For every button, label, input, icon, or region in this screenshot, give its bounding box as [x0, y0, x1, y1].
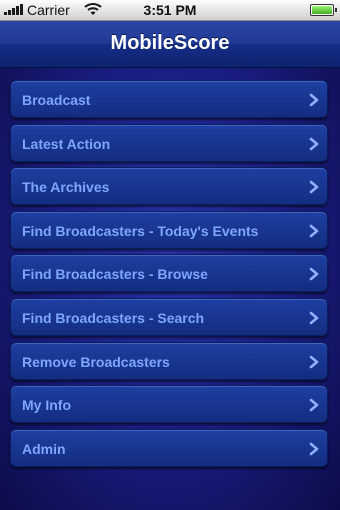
menu-item[interactable]: Broadcast	[10, 80, 328, 118]
menu-item-label: Find Broadcasters - Search	[22, 310, 205, 326]
menu-item-label: The Archives	[22, 179, 110, 195]
chevron-right-icon	[309, 398, 319, 412]
battery-icon	[310, 4, 337, 16]
menu-item[interactable]: Remove Broadcasters	[10, 342, 328, 380]
page-title: MobileScore	[110, 32, 230, 54]
status-bar: Carrier 3:51 PM	[0, 0, 340, 21]
menu-item[interactable]: The Archives	[10, 167, 328, 205]
menu-item-label: Find Broadcasters - Browse	[22, 266, 208, 282]
menu-item-label: Find Broadcasters - Today's Events	[22, 223, 259, 239]
chevron-right-icon	[309, 311, 319, 325]
menu-item[interactable]: My Info	[10, 385, 328, 423]
menu-item-label: Admin	[22, 441, 66, 457]
menu-item[interactable]: Admin	[10, 429, 328, 467]
chevron-right-icon	[309, 442, 319, 456]
main-content: Broadcast Latest Action The Archives Find B…	[0, 68, 340, 510]
menu-item-label: Latest Action	[22, 136, 111, 152]
navigation-bar: MobileScore	[0, 21, 340, 68]
chevron-right-icon	[309, 224, 319, 238]
menu-item[interactable]: Find Broadcasters - Browse	[10, 254, 328, 292]
screen: Carrier 3:51 PM MobileScore Broadcast Lat…	[0, 0, 340, 510]
chevron-right-icon	[309, 180, 319, 194]
menu-item-label: Broadcast	[22, 92, 91, 108]
chevron-right-icon	[309, 137, 319, 151]
chevron-right-icon	[309, 267, 319, 281]
menu-item-label: Remove Broadcasters	[22, 354, 170, 370]
chevron-right-icon	[309, 93, 319, 107]
menu-item[interactable]: Find Broadcasters - Today's Events	[10, 211, 328, 249]
menu-item[interactable]: Find Broadcasters - Search	[10, 298, 328, 336]
battery-level	[312, 6, 332, 14]
chevron-right-icon	[309, 355, 319, 369]
status-time: 3:51 PM	[143, 2, 197, 18]
menu-item[interactable]: Latest Action	[10, 124, 328, 162]
menu-item-label: My Info	[22, 397, 71, 413]
